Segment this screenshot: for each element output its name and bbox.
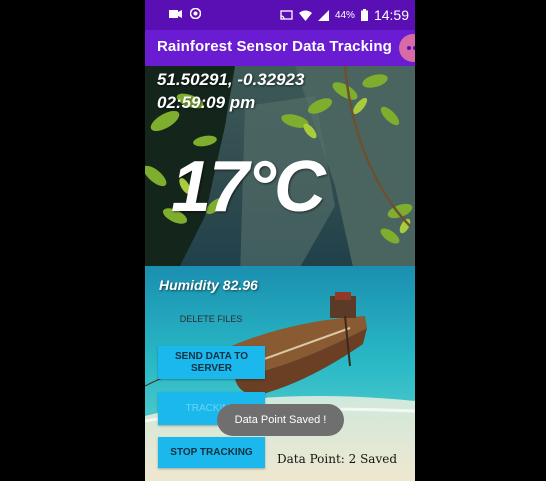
data-point-status: Data Point: 2 Saved [277,452,398,466]
wifi-icon [298,10,312,21]
chrome-icon [190,8,201,19]
app-title: Rainforest Sensor Data Tracking [157,38,392,55]
battery-percent: 44% [334,9,355,21]
signal-icon [317,9,329,21]
status-right-icons: 44% 14:59 [280,7,409,23]
humidity-text: Humidity 82.96 [159,277,258,293]
status-left-icons [169,8,201,19]
app-bar: Rainforest Sensor Data Tracking [145,30,415,66]
temperature-text: 17°C [171,147,326,227]
delete-files-button[interactable]: DELETE FILES [159,312,263,326]
floating-bubble[interactable] [399,34,415,62]
toast-message: Data Point Saved ! [217,404,344,436]
battery-icon [360,9,368,21]
phone-screen: 44% 14:59 Rainforest Sensor Data Trackin… [145,0,415,481]
send-data-button[interactable]: SEND DATA TO SERVER [158,346,265,379]
clock: 14:59 [373,7,409,23]
cast-icon [280,9,293,20]
time-text: 02:59:09 pm [157,93,256,112]
status-bar: 44% 14:59 [145,0,415,30]
coordinates-text: 51.50291, -0.32923 [157,70,305,89]
video-icon [169,9,182,18]
stop-tracking-button[interactable]: STOP TRACKING [158,437,265,468]
